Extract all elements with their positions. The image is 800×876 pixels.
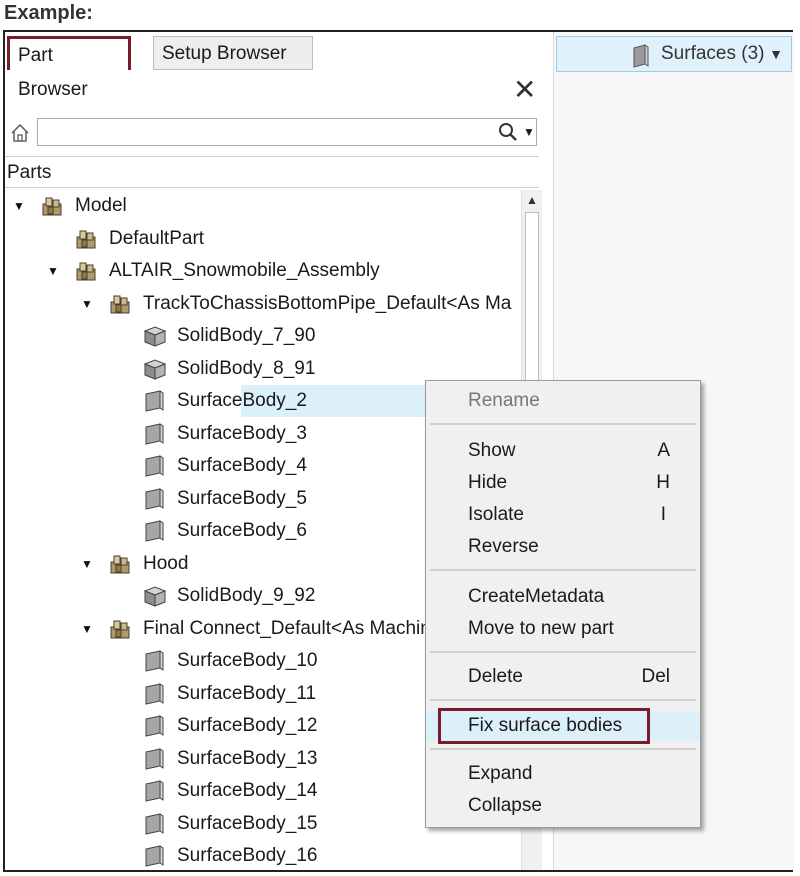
tree-item-label: SolidBody_9_92 [177, 585, 316, 606]
assembly-icon [107, 618, 135, 651]
surface-icon [633, 44, 649, 68]
tree-item-label: ALTAIR_Snowmobile_Assembly [109, 260, 380, 281]
menu-item-shortcut: H [656, 472, 670, 493]
menu-item-label: Delete [468, 666, 523, 687]
menu-separator [430, 569, 696, 571]
surface-body-icon [141, 390, 169, 423]
menu-item-hide[interactable]: Hide H [426, 468, 700, 498]
tree-item-label: TrackToChassisBottomPipe_Default<As Ma [143, 292, 512, 314]
expand-arrow-icon[interactable]: ▼ [81, 613, 93, 645]
menu-item-expand[interactable]: Expand [426, 759, 700, 789]
assembly-icon [73, 228, 101, 261]
menu-item-reverse[interactable]: Reverse [426, 532, 700, 562]
menu-item-label: Hide [468, 472, 508, 493]
menu-item-rename[interactable]: Rename [426, 386, 700, 416]
tree-item-label: SolidBody_8_91 [177, 357, 316, 379]
menu-item-show[interactable]: Show A [426, 436, 700, 466]
menu-item-label: Move to new part [468, 618, 614, 639]
menu-item-label: Fix surface bodies [468, 715, 623, 736]
menu-item-shortcut: Del [641, 666, 670, 687]
menu-item-isolate[interactable]: Isolate I [426, 500, 700, 530]
menu-item-label: Collapse [468, 795, 542, 816]
search-input[interactable] [37, 118, 537, 146]
menu-separator [430, 651, 696, 653]
menu-separator [430, 423, 696, 425]
surface-body-icon [141, 845, 169, 870]
tab-setup-browser[interactable]: Setup Browser [153, 36, 313, 70]
menu-item-label: Reverse [468, 536, 539, 557]
surface-body-icon [141, 487, 169, 521]
context-menu: Rename Show A Hide H Isolate I Reverse C… [425, 380, 701, 828]
tree-item-label: SurfaceBody_12 [177, 715, 318, 736]
tree-item-label: Model [75, 195, 127, 216]
home-icon[interactable] [9, 122, 31, 144]
example-label: Example: [4, 2, 93, 24]
close-icon[interactable]: ✕ [513, 76, 536, 104]
expand-arrow-icon[interactable]: ▼ [47, 255, 59, 287]
solid-body-icon [141, 358, 169, 391]
chevron-down-icon: ▼ [523, 125, 535, 139]
expand-arrow-icon[interactable]: ▼ [13, 190, 25, 222]
surface-body-icon [141, 780, 169, 813]
tree-item-label: SurfaceBody_3 [177, 422, 307, 444]
tree-item-label: SurfaceBody_15 [177, 812, 318, 834]
tree-item-label: SurfaceBody_10 [177, 650, 318, 671]
tree-item-label: SurfaceBody_6 [177, 520, 307, 541]
surface-body-icon [141, 747, 169, 781]
tree-item-label: SurfaceBody_11 [177, 682, 317, 704]
chevron-down-icon: ▼ [769, 46, 783, 62]
menu-separator [430, 699, 696, 701]
menu-item-fix-surface-bodies[interactable]: Fix surface bodies [426, 708, 700, 744]
search-icon [499, 123, 517, 141]
surface-body-icon [141, 650, 169, 683]
menu-separator [430, 748, 696, 750]
expand-arrow-icon[interactable]: ▼ [81, 548, 93, 580]
menu-item-delete[interactable]: Delete Del [426, 662, 700, 692]
tree-item-label: SurfaceBody_5 [177, 487, 307, 509]
tree-item-label: SurfaceBody_4 [177, 455, 307, 476]
tree-item-label: SurfaceBody_14 [177, 780, 318, 801]
menu-item-label: CreateMetadata [468, 586, 605, 607]
menu-item-move-to-new-part[interactable]: Move to new part [426, 614, 700, 644]
tree-item-label: SurfaceBody_13 [177, 747, 318, 769]
expand-arrow-icon[interactable]: ▼ [81, 288, 93, 320]
menu-item-label: Rename [468, 390, 540, 411]
menu-item-label: Expand [468, 763, 533, 784]
menu-item-label: Show [468, 440, 516, 461]
assembly-icon [107, 293, 135, 326]
menu-item-collapse[interactable]: Collapse [426, 791, 700, 821]
assembly-icon [107, 553, 135, 586]
menu-item-shortcut: I [660, 504, 666, 525]
tree-item-label: Hood [143, 552, 189, 574]
assembly-icon [39, 195, 67, 228]
surface-body-icon [141, 455, 169, 488]
menu-item-label: Isolate [468, 504, 524, 525]
surface-body-icon [141, 715, 169, 748]
scroll-up-icon[interactable]: ▲ [522, 190, 542, 210]
menu-item-create-metadata[interactable]: CreateMetadata [426, 582, 700, 612]
surface-body-icon [141, 682, 169, 716]
surfaces-dropdown[interactable]: Surfaces (3) ▼ [556, 36, 792, 72]
tree-item-label: SurfaceBody_16 [177, 845, 318, 866]
surfaces-dropdown-label: Surfaces (3) [661, 43, 765, 64]
surface-body-icon [141, 422, 169, 456]
tree-item-label: SolidBody_7_90 [177, 325, 316, 346]
tree-item-label: SurfaceBody_2 [177, 390, 307, 411]
tree-item-label: Final Connect_Default<As Machin [143, 617, 431, 639]
parts-column-header: Parts [5, 156, 539, 188]
solid-body-icon [141, 325, 169, 358]
surface-body-icon [141, 812, 169, 846]
search-row: ▼ [5, 118, 545, 148]
menu-item-shortcut: A [657, 440, 670, 461]
tab-part-browser[interactable]: Part Browser [7, 36, 131, 100]
tree-item-label: DefaultPart [109, 227, 205, 249]
search-button[interactable]: ▼ [495, 120, 539, 144]
